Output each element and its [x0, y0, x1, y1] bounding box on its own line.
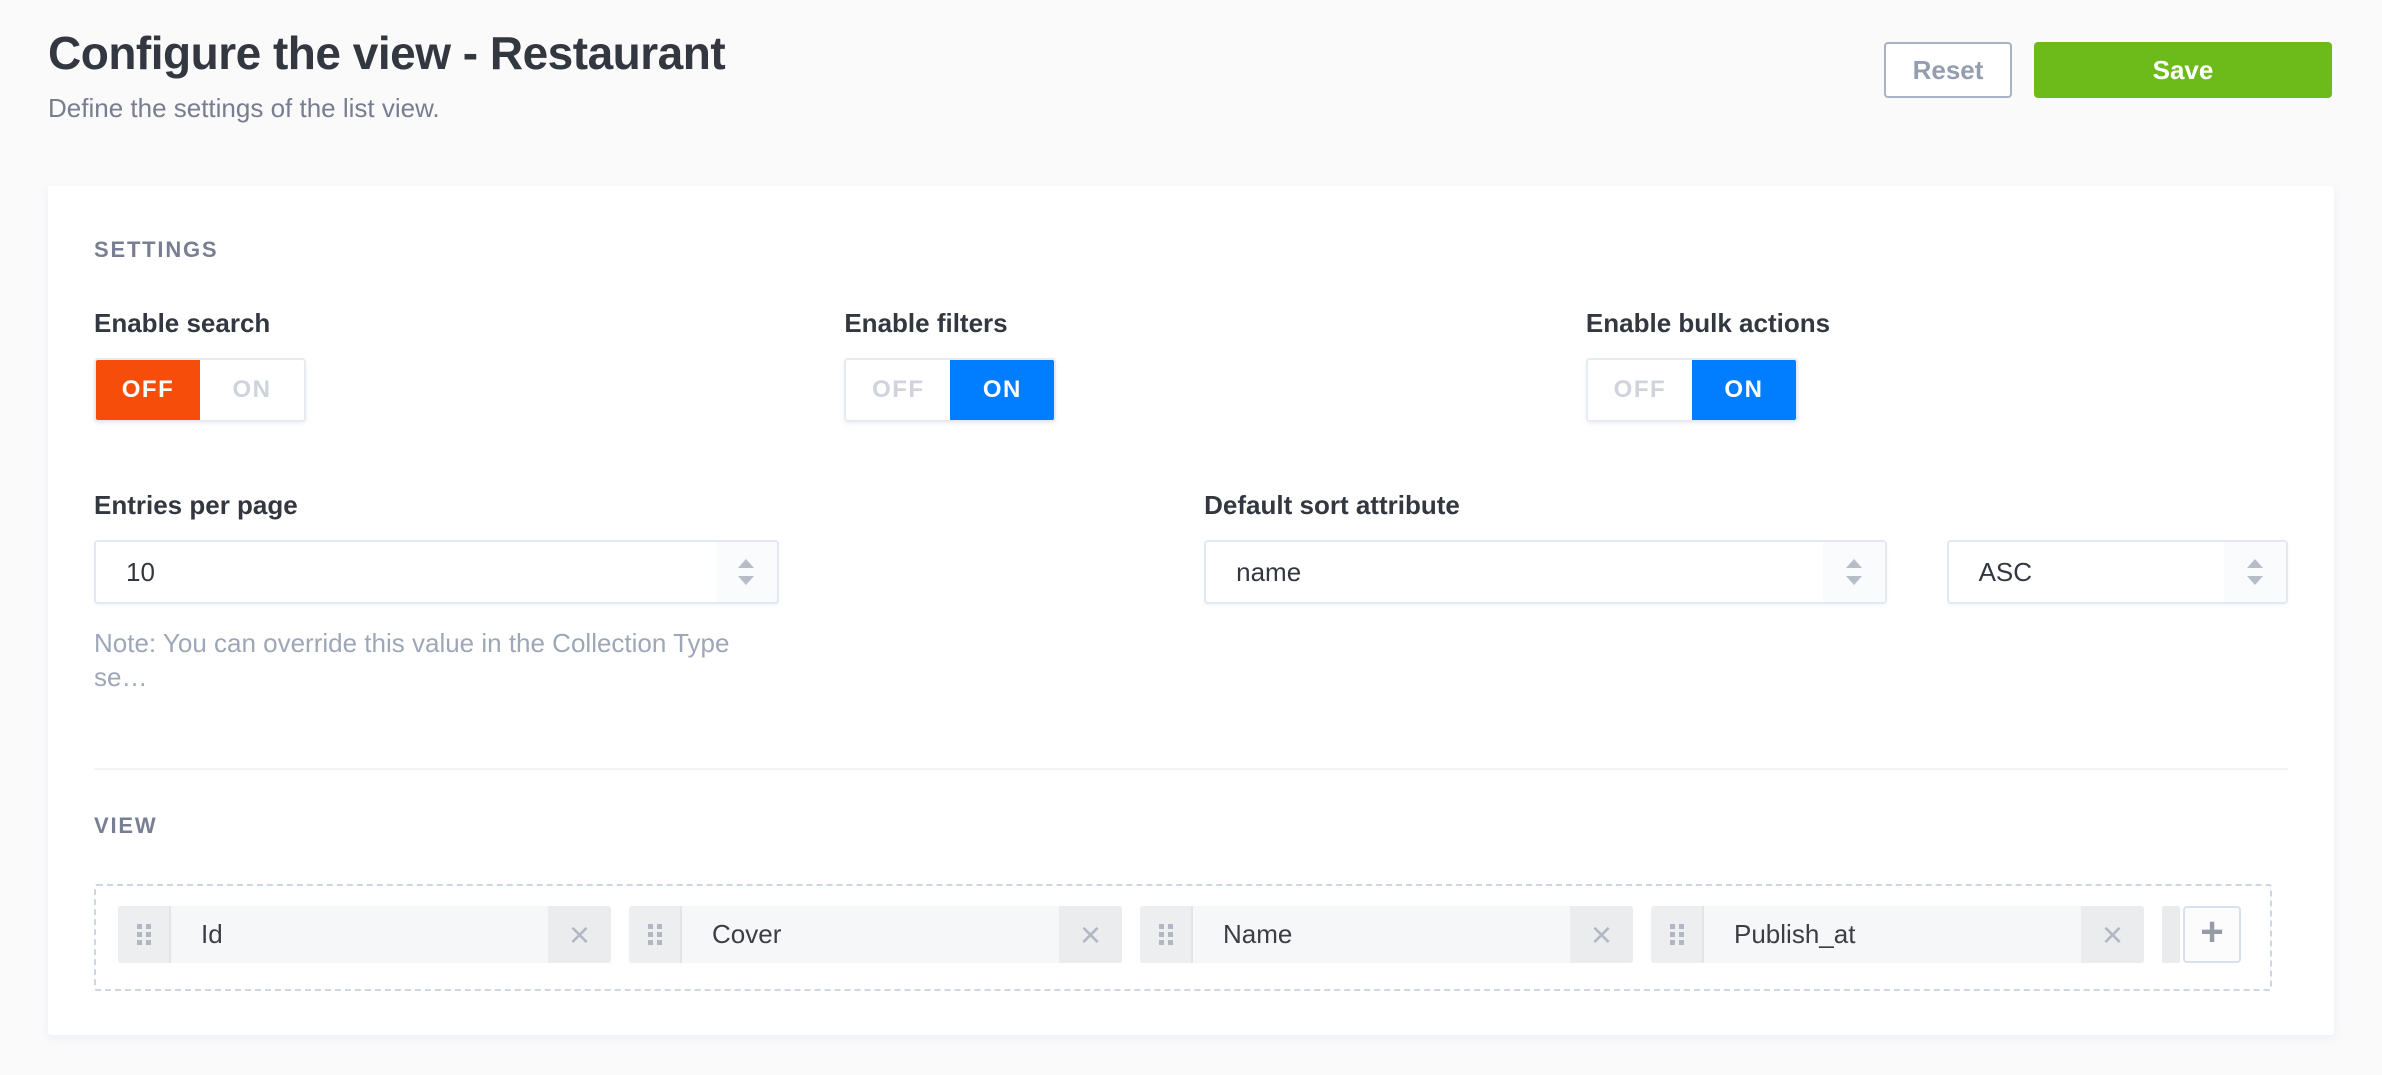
enable-filters-label: Enable filters [844, 306, 1586, 340]
chevron-down-icon [2247, 576, 2263, 585]
remove-field-button[interactable]: × [548, 906, 611, 963]
drag-handle-icon [1670, 924, 1684, 945]
field-chip-label: Name [1193, 906, 1570, 963]
enable-search-toggle: OFF ON [94, 358, 306, 422]
enable-bulk-actions-toggle: OFF ON [1586, 358, 1798, 422]
add-field-button[interactable]: + [2183, 906, 2241, 963]
toggles-row: Enable search OFF ON Enable filters OFF … [94, 306, 2288, 422]
select-arrows-icon [2224, 542, 2286, 602]
field-chip-label: Publish_at [1704, 906, 2081, 963]
configure-view-panel: SETTINGS Enable search OFF ON Enable fil… [48, 186, 2334, 1035]
enable-bulk-actions-field: Enable bulk actions OFF ON [1586, 306, 2288, 422]
drag-handle[interactable] [629, 906, 682, 963]
sort-order-value: ASC [1949, 557, 2224, 588]
enable-filters-on-button[interactable]: ON [950, 360, 1054, 420]
default-sort-field: Default sort attribute name ASC [1204, 488, 2288, 694]
settings-section-title: SETTINGS [94, 238, 2288, 262]
view-section-title: VIEW [94, 814, 2288, 838]
entries-per-page-label: Entries per page [94, 488, 779, 522]
reset-button[interactable]: Reset [1884, 42, 2012, 98]
drag-handle-icon [137, 924, 151, 945]
enable-search-on-button[interactable]: ON [200, 360, 304, 420]
entries-per-page-note: Note: You can override this value in the… [94, 626, 779, 694]
page-subtitle: Define the settings of the list view. [48, 92, 725, 124]
selects-row: Entries per page 10 Note: You can overri… [94, 488, 2288, 694]
field-chip-cover[interactable]: Cover × [629, 906, 1122, 963]
field-list: Id × Cover × Name × Publish_at × + [94, 884, 2272, 991]
chevron-up-icon [1846, 559, 1862, 568]
default-sort-selects: name ASC [1204, 522, 2288, 604]
remove-field-button[interactable]: × [2081, 906, 2144, 963]
enable-bulk-actions-on-button[interactable]: ON [1692, 360, 1796, 420]
page-title: Configure the view - Restaurant [48, 26, 725, 80]
enable-search-field: Enable search OFF ON [94, 306, 844, 422]
enable-filters-toggle: OFF ON [844, 358, 1056, 422]
drag-handle-icon [1159, 924, 1173, 945]
section-divider [94, 768, 2288, 770]
enable-filters-off-button[interactable]: OFF [846, 360, 950, 420]
page-header-text: Configure the view - Restaurant Define t… [48, 26, 725, 124]
entries-per-page-select[interactable]: 10 [94, 540, 779, 604]
drag-handle[interactable] [118, 906, 171, 963]
close-icon: × [2102, 914, 2123, 955]
enable-search-label: Enable search [94, 306, 844, 340]
select-arrows-icon [1823, 542, 1885, 602]
enable-filters-field: Enable filters OFF ON [844, 306, 1586, 422]
default-sort-label: Default sort attribute [1204, 488, 2288, 522]
field-chip-name[interactable]: Name × [1140, 906, 1633, 963]
field-chip-label: Cover [682, 906, 1059, 963]
close-icon: × [569, 914, 590, 955]
chevron-down-icon [738, 576, 754, 585]
chevron-up-icon [2247, 559, 2263, 568]
save-button[interactable]: Save [2034, 42, 2332, 98]
header-actions: Reset Save [1884, 26, 2332, 98]
close-icon: × [1591, 914, 1612, 955]
sort-order-select[interactable]: ASC [1947, 540, 2288, 604]
close-icon: × [1080, 914, 1101, 955]
remove-field-button[interactable]: × [1059, 906, 1122, 963]
field-chip-publish-at[interactable]: Publish_at × [1651, 906, 2144, 963]
drag-handle[interactable] [1651, 906, 1704, 963]
drag-handle-icon [648, 924, 662, 945]
page-header: Configure the view - Restaurant Define t… [0, 0, 2382, 124]
enable-search-off-button[interactable]: OFF [96, 360, 200, 420]
enable-bulk-actions-off-button[interactable]: OFF [1588, 360, 1692, 420]
drag-handle[interactable] [1140, 906, 1193, 963]
plus-icon: + [2200, 910, 2223, 955]
drop-placeholder [2162, 906, 2180, 963]
entries-per-page-field: Entries per page 10 Note: You can overri… [94, 488, 779, 694]
sort-attribute-select[interactable]: name [1204, 540, 1887, 604]
field-chip-label: Id [171, 906, 548, 963]
sort-attribute-value: name [1206, 557, 1823, 588]
enable-bulk-actions-label: Enable bulk actions [1586, 306, 2288, 340]
remove-field-button[interactable]: × [1570, 906, 1633, 963]
entries-per-page-value: 10 [96, 557, 715, 588]
chevron-up-icon [738, 559, 754, 568]
select-arrows-icon [715, 542, 777, 602]
field-chip-id[interactable]: Id × [118, 906, 611, 963]
chevron-down-icon [1846, 576, 1862, 585]
